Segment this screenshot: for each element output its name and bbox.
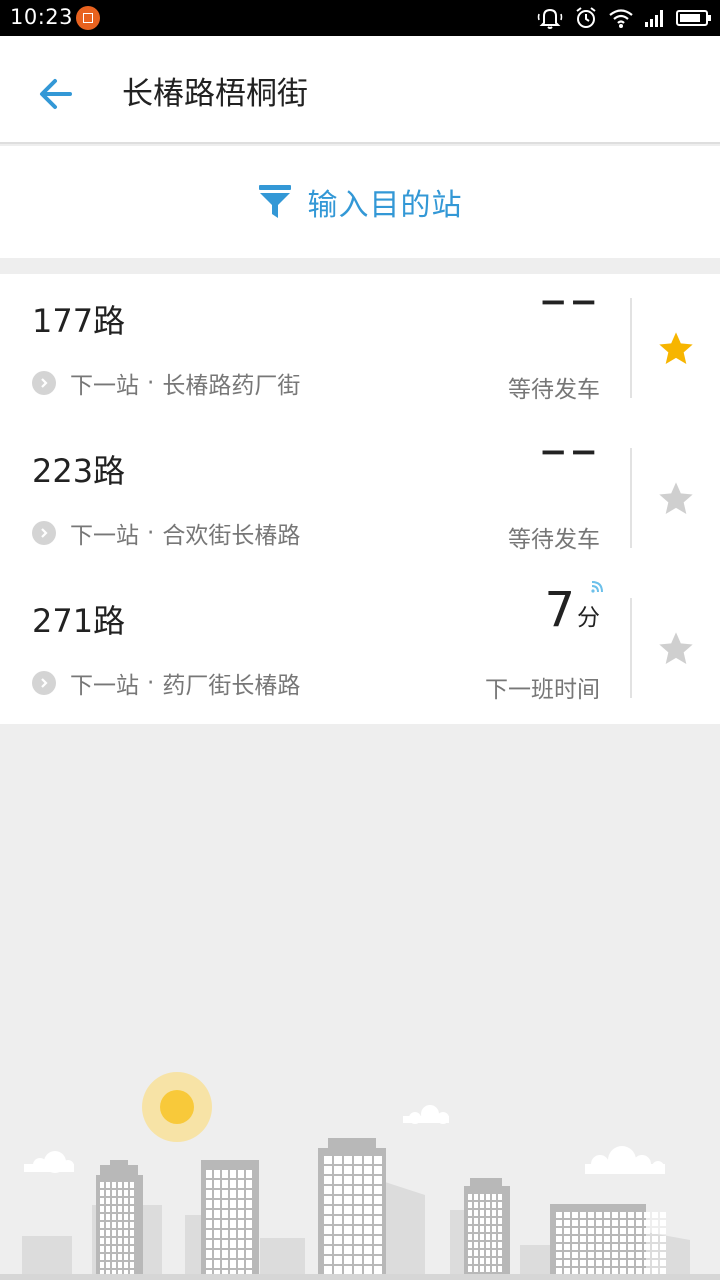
sun-icon: [142, 1072, 212, 1142]
city-skyline-illustration: [0, 1072, 720, 1280]
app-notification-icon: [76, 6, 100, 30]
arrival-status-label: 等待发车: [508, 527, 600, 553]
separator-dot: ·: [147, 370, 155, 396]
chevron-right-icon: [32, 671, 56, 695]
arrival-status: −−: [539, 432, 600, 472]
separator-dot: ·: [147, 520, 155, 546]
arrival-status: −−: [539, 282, 600, 322]
eta-unit: 分: [577, 605, 600, 631]
arrow-left-icon: [40, 79, 72, 109]
next-station-prefix: 下一站: [70, 523, 139, 549]
signal-icon: [645, 10, 663, 27]
next-station-prefix: 下一站: [70, 373, 139, 399]
favorite-star-icon[interactable]: [656, 629, 696, 669]
arrival-status-label: 下一班时间: [485, 677, 600, 703]
route-name: 271路: [32, 602, 126, 640]
route-row-223[interactable]: 223路 下一站 · 合欢街长椿路 −− 等待发车: [0, 424, 720, 574]
next-station-name: 长椿路药厂街: [162, 373, 301, 399]
chevron-right-icon: [32, 521, 56, 545]
divider: [630, 298, 632, 398]
next-station-line: 下一站 · 合欢街长椿路: [32, 516, 300, 550]
alarm-icon: [576, 7, 596, 28]
route-name: 177路: [32, 302, 126, 340]
next-station-name: 药厂街长椿路: [162, 673, 301, 699]
filter-label: 输入目的站: [307, 188, 463, 223]
next-station-line: 下一站 · 药厂街长椿路: [32, 666, 300, 700]
destination-filter-button[interactable]: 输入目的站: [0, 146, 720, 258]
favorite-star-icon[interactable]: [656, 329, 696, 369]
next-station-prefix: 下一站: [70, 673, 139, 699]
separator-dot: ·: [147, 670, 155, 696]
route-name: 223路: [32, 452, 126, 490]
route-list: 177路 下一站 · 长椿路药厂街 −− 等待发车 223路 下一站 · 合欢街…: [0, 274, 720, 724]
status-time: 10:23: [10, 5, 74, 29]
bell-icon: [537, 8, 563, 29]
route-row-177[interactable]: 177路 下一站 · 长椿路药厂街 −− 等待发车: [0, 274, 720, 424]
favorite-star-icon[interactable]: [656, 479, 696, 519]
status-bar: 10:23: [0, 0, 720, 36]
app-bar: 长椿路梧桐街: [0, 36, 720, 144]
arrival-status-label: 等待发车: [508, 377, 600, 403]
next-station-line: 下一站 · 长椿路药厂街: [32, 366, 300, 400]
divider: [630, 448, 632, 548]
page-title: 长椿路梧桐街: [122, 76, 308, 112]
battery-icon: [676, 10, 711, 26]
back-button[interactable]: [26, 68, 86, 120]
funnel-icon: [258, 185, 291, 218]
eta-display: 7 分: [544, 581, 603, 638]
divider: [630, 598, 632, 698]
realtime-signal-icon: [591, 581, 603, 593]
status-icons: [536, 6, 712, 30]
chevron-right-icon: [32, 371, 56, 395]
next-station-name: 合欢街长椿路: [162, 523, 301, 549]
route-row-271[interactable]: 271路 下一站 · 药厂街长椿路 7 分 下一班时间: [0, 574, 720, 724]
eta-value: 7: [544, 582, 575, 638]
wifi-icon: [609, 9, 633, 28]
